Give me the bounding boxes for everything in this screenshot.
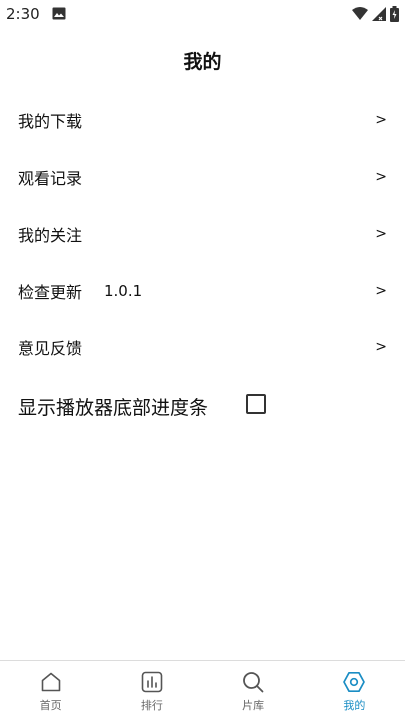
search-icon <box>243 672 264 693</box>
progress-bar-toggle-label: 显示播放器底部进度条 <box>18 397 209 419</box>
version-number: 1.0.1 <box>104 282 143 300</box>
status-bar: 2:30 <box>0 0 405 28</box>
progress-bar-checkbox[interactable] <box>246 394 266 414</box>
chevron-right-icon: > <box>375 112 387 128</box>
nav-item-profile[interactable]: 我的 <box>304 661 405 721</box>
menu-item-following[interactable]: 我的关注 > <box>0 210 405 258</box>
chevron-right-icon: > <box>375 169 387 185</box>
nav-item-ranking[interactable]: 排行 <box>101 661 202 721</box>
menu-item-label: 我的下载 <box>18 112 83 131</box>
page-title: 我的 <box>183 51 222 73</box>
cellular-signal-icon <box>372 7 386 21</box>
home-icon <box>41 672 60 692</box>
nav-item-label: 我的 <box>343 699 366 712</box>
status-right <box>352 5 399 23</box>
nav-item-label: 排行 <box>140 699 163 712</box>
bottom-nav: 首页 排行 片库 我的 <box>0 660 405 721</box>
menu-item-label: 意见反馈 <box>18 339 83 358</box>
menu-item-label: 检查更新 <box>18 283 83 302</box>
menu-item-watch-history[interactable]: 观看记录 > <box>0 153 405 201</box>
menu-item-check-update[interactable]: 检查更新 1.0.1 > <box>0 267 405 315</box>
menu-item-label: 观看记录 <box>18 169 83 188</box>
status-time: 2:30 <box>6 5 40 23</box>
menu-item-feedback[interactable]: 意见反馈 > <box>0 323 405 371</box>
chevron-right-icon: > <box>375 283 387 299</box>
nav-item-home[interactable]: 首页 <box>0 661 101 721</box>
menu-item-downloads[interactable]: 我的下载 > <box>0 96 405 144</box>
image-notification-icon <box>52 7 66 20</box>
wifi-icon <box>352 7 368 20</box>
ranking-icon <box>141 671 163 693</box>
nav-item-label: 首页 <box>39 699 62 712</box>
chevron-right-icon: > <box>375 339 387 355</box>
profile-hex-icon <box>343 671 366 693</box>
nav-item-library[interactable]: 片库 <box>203 661 304 721</box>
nav-item-label: 片库 <box>242 699 265 712</box>
menu-item-label: 我的关注 <box>18 226 83 245</box>
battery-icon <box>390 6 399 22</box>
chevron-right-icon: > <box>375 226 387 242</box>
